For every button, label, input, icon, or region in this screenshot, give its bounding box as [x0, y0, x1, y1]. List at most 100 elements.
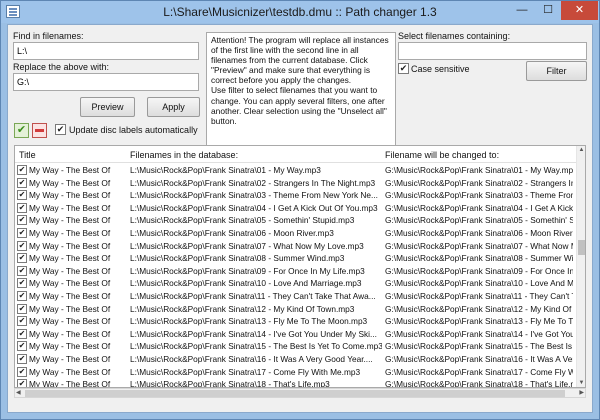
row-db-filename: L:\Music\Rock&Pop\Frank Sinatra\06 - Moo…: [130, 227, 334, 238]
table-row[interactable]: ✔ My Way - The Best Of L:\Music\Rock&Pop\F…: [15, 277, 575, 290]
row-new-filename: G:\Music\Rock&Pop\Frank Sinatra\09 - For…: [385, 265, 573, 276]
table-row[interactable]: ✔ My Way - The Best Of L:\Music\Rock&Pop\F…: [15, 164, 575, 177]
select-filter-label: Select filenames containing:: [398, 31, 511, 41]
row-db-filename: L:\Music\Rock&Pop\Frank Sinatra\18 - Tha…: [130, 379, 330, 388]
table-row[interactable]: ✔ My Way - The Best Of L:\Music\Rock&Pop\F…: [15, 290, 575, 303]
row-db-filename: L:\Music\Rock&Pop\Frank Sinatra\13 - Fly…: [130, 316, 368, 327]
replace-label: Replace the above with:: [13, 62, 110, 72]
row-title: My Way - The Best Of: [29, 379, 111, 388]
row-checkbox[interactable]: ✔: [17, 215, 27, 226]
row-title: My Way - The Best Of: [29, 227, 111, 238]
row-db-filename: L:\Music\Rock&Pop\Frank Sinatra\17 - Com…: [130, 366, 361, 377]
row-new-filename: G:\Music\Rock&Pop\Frank Sinatra\12 - My …: [385, 303, 573, 314]
table-row[interactable]: ✔ My Way - The Best Of L:\Music\Rock&Pop\F…: [15, 265, 575, 278]
scroll-up-icon[interactable]: ▲: [577, 147, 585, 153]
row-checkbox[interactable]: ✔: [17, 177, 27, 188]
select-filter-input[interactable]: [398, 42, 587, 60]
row-new-filename: G:\Music\Rock&Pop\Frank Sinatra\10 - Lov…: [385, 278, 573, 289]
filter-button[interactable]: Filter: [526, 61, 587, 81]
row-title: My Way - The Best Of: [29, 328, 111, 339]
vertical-scrollbar[interactable]: ▲ ▼: [576, 146, 585, 387]
row-checkbox[interactable]: ✔: [17, 202, 27, 213]
row-new-filename: G:\Music\Rock&Pop\Frank Sinatra\04 - I G…: [385, 202, 573, 213]
table-row[interactable]: ✔ My Way - The Best Of L:\Music\Rock&Pop\F…: [15, 240, 575, 253]
row-new-filename: G:\Music\Rock&Pop\Frank Sinatra\16 - It …: [385, 353, 573, 364]
scroll-down-icon[interactable]: ▼: [577, 380, 585, 386]
row-title: My Way - The Best Of: [29, 353, 111, 364]
table-row[interactable]: ✔ My Way - The Best Of L:\Music\Rock&Pop\F…: [15, 340, 575, 353]
row-new-filename: G:\Music\Rock&Pop\Frank Sinatra\06 - Moo…: [385, 227, 573, 238]
maximize-button[interactable]: ☐: [535, 1, 561, 20]
row-new-filename: G:\Music\Rock&Pop\Frank Sinatra\11 - The…: [385, 290, 573, 301]
preview-button[interactable]: Preview: [80, 97, 135, 117]
row-checkbox[interactable]: ✔: [17, 379, 27, 387]
minimize-button[interactable]: —: [509, 1, 535, 20]
horizontal-scrollbar[interactable]: ◀ ▶: [14, 388, 586, 398]
apply-button[interactable]: Apply: [147, 97, 200, 117]
table-row[interactable]: ✔ My Way - The Best Of L:\Music\Rock&Pop\F…: [15, 315, 575, 328]
table-row[interactable]: ✔ My Way - The Best Of L:\Music\Rock&Pop\F…: [15, 328, 575, 341]
row-db-filename: L:\Music\Rock&Pop\Frank Sinatra\03 - The…: [130, 190, 378, 201]
row-checkbox[interactable]: ✔: [17, 366, 27, 377]
case-sensitive-checkbox[interactable]: ✔: [398, 63, 409, 74]
row-new-filename: G:\Music\Rock&Pop\Frank Sinatra\17 - Com…: [385, 366, 573, 377]
row-checkbox[interactable]: ✔: [17, 303, 27, 314]
row-new-filename: G:\Music\Rock&Pop\Frank Sinatra\08 - Sum…: [385, 253, 573, 264]
row-checkbox[interactable]: ✔: [17, 278, 27, 289]
row-checkbox[interactable]: ✔: [17, 341, 27, 352]
table-row[interactable]: ✔ My Way - The Best Of L:\Music\Rock&Pop\F…: [15, 202, 575, 215]
row-new-filename: G:\Music\Rock&Pop\Frank Sinatra\15 - The…: [385, 341, 573, 352]
table-row[interactable]: ✔ My Way - The Best Of L:\Music\Rock&Pop\F…: [15, 378, 575, 388]
row-title: My Way - The Best Of: [29, 165, 111, 175]
row-db-filename: L:\Music\Rock&Pop\Frank Sinatra\14 - I'v…: [130, 328, 377, 339]
row-title: My Way - The Best Of: [29, 190, 111, 201]
column-header-title[interactable]: Title: [19, 150, 36, 160]
row-checkbox[interactable]: ✔: [17, 253, 27, 264]
table-row[interactable]: ✔ My Way - The Best Of L:\Music\Rock&Pop\F…: [15, 227, 575, 240]
vertical-scroll-thumb[interactable]: [578, 240, 585, 255]
row-checkbox[interactable]: ✔: [17, 290, 27, 301]
row-checkbox[interactable]: ✔: [17, 240, 27, 251]
row-checkbox[interactable]: ✔: [17, 316, 27, 327]
file-table[interactable]: Title Filenames in the database: Filenam…: [14, 145, 586, 388]
table-row[interactable]: ✔ My Way - The Best Of L:\Music\Rock&Pop\F…: [15, 189, 575, 202]
row-title: My Way - The Best Of: [29, 253, 111, 264]
row-title: My Way - The Best Of: [29, 316, 111, 327]
table-row[interactable]: ✔ My Way - The Best Of L:\Music\Rock&Pop\F…: [15, 366, 575, 379]
close-button[interactable]: ✕: [561, 1, 598, 20]
row-checkbox[interactable]: ✔: [17, 265, 27, 276]
row-new-filename: G:\Music\Rock&Pop\Frank Sinatra\13 - Fly…: [385, 316, 573, 327]
scroll-left-icon[interactable]: ◀: [16, 389, 21, 396]
row-new-filename: G:\Music\Rock&Pop\Frank Sinatra\01 - My …: [385, 165, 573, 175]
minus-icon[interactable]: [32, 123, 47, 138]
update-disc-checkbox[interactable]: ✔: [55, 124, 66, 135]
row-checkbox[interactable]: ✔: [17, 227, 27, 238]
table-row[interactable]: ✔ My Way - The Best Of L:\Music\Rock&Pop\F…: [15, 303, 575, 316]
title-bar[interactable]: L:\Share\Musicnizer\testdb.dmu :: Path c…: [1, 1, 599, 23]
find-input[interactable]: [13, 42, 199, 60]
row-db-filename: L:\Music\Rock&Pop\Frank Sinatra\16 - It …: [130, 353, 373, 364]
replace-input[interactable]: [13, 73, 199, 91]
column-header-new-filenames[interactable]: Filename will be changed to:: [385, 150, 499, 160]
horizontal-scroll-thumb[interactable]: [25, 390, 565, 397]
row-title: My Way - The Best Of: [29, 215, 111, 226]
row-checkbox[interactable]: ✔: [17, 190, 27, 201]
instructions-text: Attention! The program will replace all …: [206, 32, 396, 147]
table-body: ✔ My Way - The Best Of L:\Music\Rock&Pop\F…: [15, 164, 575, 388]
row-checkbox[interactable]: ✔: [17, 353, 27, 364]
table-row[interactable]: ✔ My Way - The Best Of L:\Music\Rock&Pop\F…: [15, 353, 575, 366]
case-sensitive-label: Case sensitive: [411, 64, 470, 74]
row-checkbox[interactable]: ✔: [17, 165, 27, 175]
check-icon[interactable]: ✔: [14, 123, 29, 138]
scroll-right-icon[interactable]: ▶: [579, 389, 584, 396]
row-title: My Way - The Best Of: [29, 265, 111, 276]
table-row[interactable]: ✔ My Way - The Best Of L:\Music\Rock&Pop\F…: [15, 252, 575, 265]
column-header-db-filenames[interactable]: Filenames in the database:: [130, 150, 238, 160]
find-label: Find in filenames:: [13, 31, 84, 41]
row-db-filename: L:\Music\Rock&Pop\Frank Sinatra\10 - Lov…: [130, 278, 362, 289]
row-db-filename: L:\Music\Rock&Pop\Frank Sinatra\11 - The…: [130, 290, 376, 301]
row-checkbox[interactable]: ✔: [17, 328, 27, 339]
table-row[interactable]: ✔ My Way - The Best Of L:\Music\Rock&Pop\F…: [15, 214, 575, 227]
table-row[interactable]: ✔ My Way - The Best Of L:\Music\Rock&Pop\F…: [15, 177, 575, 190]
row-db-filename: L:\Music\Rock&Pop\Frank Sinatra\04 - I G…: [130, 202, 378, 213]
